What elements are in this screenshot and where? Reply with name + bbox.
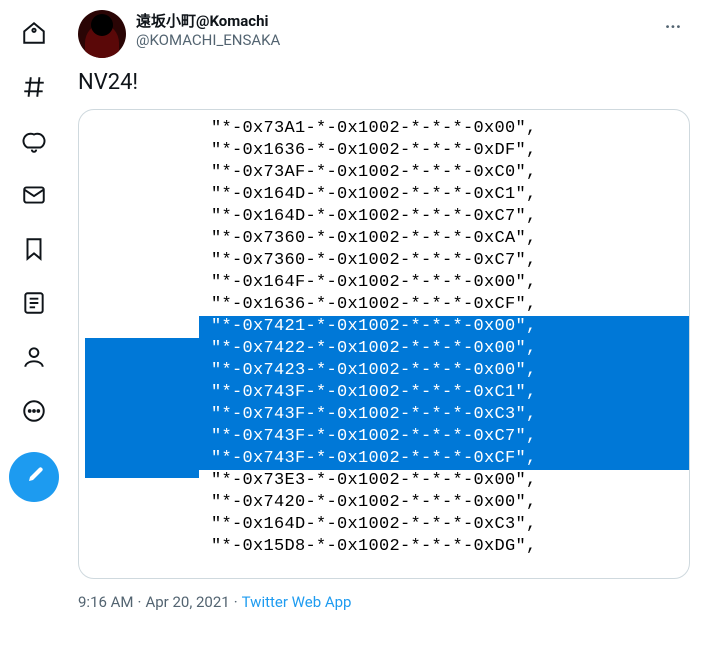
- avatar[interactable]: [78, 10, 126, 58]
- tweet-meta: 9:16 AM·Apr 20, 2021·Twitter Web App: [78, 593, 690, 611]
- author-block[interactable]: 遠坂小町@Komachi @KOMACHI_ENSAKA: [136, 10, 690, 58]
- code-line: "*-0x7421-*-0x1002-*-*-*-0x00",: [211, 316, 537, 338]
- notifications-icon[interactable]: [9, 116, 59, 166]
- explore-icon[interactable]: [9, 62, 59, 112]
- code-line: "*-0x73E3-*-0x1002-*-*-*-0x00",: [211, 470, 537, 492]
- handle: @KOMACHI_ENSAKA: [136, 31, 690, 49]
- code-line: "*-0x743F-*-0x1002-*-*-*-0xC7",: [211, 426, 537, 448]
- code-line: "*-0x7422-*-0x1002-*-*-*-0x00",: [211, 338, 537, 360]
- profile-icon[interactable]: [9, 332, 59, 382]
- sidebar: [0, 0, 68, 663]
- code-line: "*-0x164F-*-0x1002-*-*-*-0x00",: [211, 272, 537, 294]
- bookmarks-icon[interactable]: [9, 224, 59, 274]
- tweet-text: NV24!: [78, 70, 690, 95]
- code-line: "*-0x164D-*-0x1002-*-*-*-0xC1",: [211, 184, 537, 206]
- code-line: "*-0x73AF-*-0x1002-*-*-*-0xC0",: [211, 162, 537, 184]
- tweet-source[interactable]: Twitter Web App: [242, 593, 352, 611]
- code-line: "*-0x743F-*-0x1002-*-*-*-0xC3",: [211, 404, 537, 426]
- more-button[interactable]: ···: [656, 10, 690, 44]
- home-icon[interactable]: [9, 8, 59, 58]
- code-line: "*-0x7420-*-0x1002-*-*-*-0x00",: [211, 492, 537, 514]
- code-canvas: "*-0x73A1-*-0x1002-*-*-*-0x00","*-0x1636…: [79, 110, 689, 578]
- tweet-header: 遠坂小町@Komachi @KOMACHI_ENSAKA: [78, 10, 690, 58]
- code-line: "*-0x1636-*-0x1002-*-*-*-0xDF",: [211, 140, 537, 162]
- code-line: "*-0x743F-*-0x1002-*-*-*-0xCF",: [211, 448, 537, 470]
- code-line: "*-0x7360-*-0x1002-*-*-*-0xCA",: [211, 228, 537, 250]
- code-line: "*-0x743F-*-0x1002-*-*-*-0xC1",: [211, 382, 537, 404]
- timestamp: 9:16 AM: [78, 593, 134, 611]
- code-line: "*-0x7360-*-0x1002-*-*-*-0xC7",: [211, 250, 537, 272]
- code-line: "*-0x7423-*-0x1002-*-*-*-0x00",: [211, 360, 537, 382]
- display-name: 遠坂小町@Komachi: [136, 10, 690, 31]
- tweet-container: ··· 遠坂小町@Komachi @KOMACHI_ENSAKA NV24! "…: [68, 0, 708, 663]
- code-line: "*-0x1636-*-0x1002-*-*-*-0xCF",: [211, 294, 537, 316]
- code-line: "*-0x164D-*-0x1002-*-*-*-0xC7",: [211, 206, 537, 228]
- messages-icon[interactable]: [9, 170, 59, 220]
- more-icon[interactable]: [9, 386, 59, 436]
- tweet-body: NV24! "*-0x73A1-*-0x1002-*-*-*-0x00","*-…: [78, 70, 690, 611]
- lists-icon[interactable]: [9, 278, 59, 328]
- compose-button[interactable]: [9, 452, 59, 502]
- code-line: "*-0x73A1-*-0x1002-*-*-*-0x00",: [211, 118, 537, 140]
- code-line: "*-0x15D8-*-0x1002-*-*-*-0xDG",: [211, 536, 537, 558]
- date: Apr 20, 2021: [145, 593, 229, 611]
- code-line: "*-0x164D-*-0x1002-*-*-*-0xC3",: [211, 514, 537, 536]
- media-image[interactable]: "*-0x73A1-*-0x1002-*-*-*-0x00","*-0x1636…: [78, 109, 690, 579]
